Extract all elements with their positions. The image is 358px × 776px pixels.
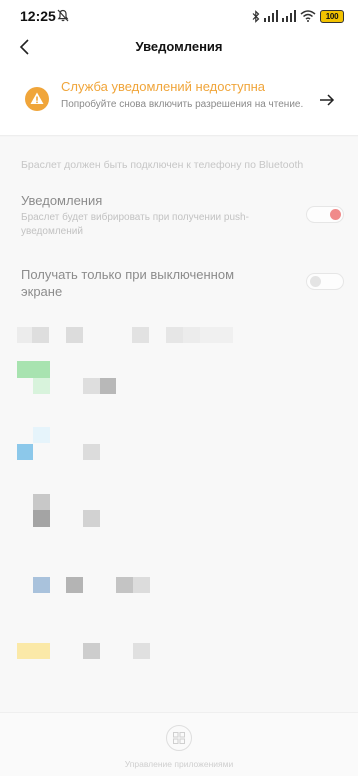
status-bar: 12:25 100	[0, 0, 358, 32]
app-icon-placeholder	[33, 510, 50, 527]
nav-bar: Уведомления	[0, 32, 358, 64]
notifications-subtitle: Браслет будет вибрировать при получении …	[21, 212, 249, 237]
warning-description: Попробуйте снова включить разрешения на …	[61, 99, 304, 110]
status-time: 12:25	[20, 8, 56, 24]
app-icon-placeholder	[17, 643, 50, 659]
wifi-icon	[300, 10, 316, 22]
app-icon-placeholder	[33, 378, 50, 394]
toggle-knob	[310, 276, 321, 287]
app-list-placeholder	[166, 327, 183, 343]
signal-icon-2	[282, 10, 296, 22]
bluetooth-hint: Браслет должен быть подключен к телефону…	[21, 159, 304, 171]
app-list-placeholder	[66, 327, 83, 343]
app-list-placeholder	[66, 577, 83, 593]
app-list-placeholder	[116, 577, 133, 593]
app-list-placeholder	[32, 327, 49, 343]
arrow-right-icon[interactable]	[318, 92, 336, 108]
app-icon-placeholder	[33, 577, 50, 593]
notifications-toggle[interactable]	[306, 206, 344, 223]
manage-apps-button[interactable]	[166, 725, 192, 751]
page-title: Уведомления	[135, 39, 223, 54]
notifications-title: Уведомления	[21, 193, 103, 208]
warning-title: Служба уведомлений недоступна	[61, 79, 266, 94]
app-list-placeholder	[133, 577, 150, 593]
app-list-placeholder	[183, 327, 200, 343]
app-icon-placeholder	[33, 494, 50, 510]
app-list-placeholder	[83, 643, 100, 659]
screen-off-title: Получать только при выключенном экране	[21, 267, 235, 299]
toggle-knob	[330, 209, 341, 220]
signal-icon	[264, 10, 278, 22]
app-list-placeholder	[83, 510, 100, 527]
app-list-placeholder	[83, 444, 100, 460]
app-list-placeholder	[132, 327, 149, 343]
app-list-placeholder	[133, 643, 150, 659]
status-icons: 100	[252, 9, 344, 23]
app-icon-placeholder	[17, 444, 33, 460]
warning-icon	[25, 87, 49, 111]
bluetooth-icon	[252, 9, 260, 23]
notifications-muted-icon	[57, 9, 69, 22]
manage-apps-label: Управление приложениями	[124, 759, 234, 769]
app-list-placeholder	[200, 327, 233, 343]
app-list-placeholder	[17, 327, 32, 343]
app-list-placeholder	[100, 378, 116, 394]
app-icon-placeholder	[33, 427, 50, 443]
app-icon-placeholder	[17, 361, 50, 378]
screen-off-toggle[interactable]	[306, 273, 344, 290]
battery-icon: 100	[320, 9, 344, 23]
app-list-placeholder	[83, 378, 100, 394]
grid-icon	[173, 732, 185, 744]
